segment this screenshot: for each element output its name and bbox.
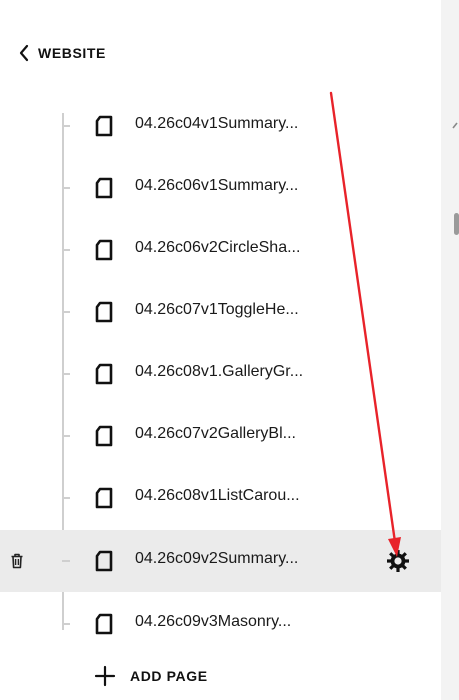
- page-item[interactable]: 04.26c04v1Summary...: [0, 95, 441, 157]
- page-item-label: 04.26c09v2Summary...: [135, 550, 299, 567]
- back-label: WEBSITE: [38, 45, 106, 61]
- tree-connector: [62, 435, 70, 437]
- page-item[interactable]: 04.26c07v2GalleryBl...: [0, 405, 441, 467]
- page-item-selected[interactable]: 04.26c09v2Summary...: [0, 530, 441, 592]
- tree-connector: [62, 311, 70, 313]
- tree-connector: [62, 187, 70, 189]
- page-item[interactable]: 04.26c08v1.GalleryGr...: [0, 343, 441, 405]
- page-item[interactable]: 04.26c08v1ListCarou...: [0, 467, 441, 529]
- tree-connector: [62, 560, 70, 562]
- page-icon: [95, 177, 113, 199]
- scroll-up-icon: [452, 122, 458, 129]
- page-icon: [95, 301, 113, 323]
- add-page-button[interactable]: ADD PAGE: [94, 663, 208, 689]
- side-panel-edge: [441, 0, 459, 700]
- page-item-label: 04.26c08v1ListCarou...: [135, 487, 300, 504]
- tree-connector: [62, 249, 70, 251]
- page-icon: [95, 115, 113, 137]
- trash-icon[interactable]: [10, 553, 24, 569]
- page-icon: [95, 239, 113, 261]
- page-item-label: 04.26c08v1.GalleryGr...: [135, 363, 304, 380]
- tree-connector: [62, 373, 70, 375]
- page-item-label: 04.26c07v2GalleryBl...: [135, 425, 296, 442]
- page-icon: [95, 425, 113, 447]
- page-item[interactable]: 04.26c06v1Summary...: [0, 157, 441, 219]
- page-item-label: 04.26c06v2CircleSha...: [135, 239, 301, 256]
- chevron-left-icon: [19, 44, 29, 62]
- page-item-label: 04.26c06v1Summary...: [135, 177, 299, 194]
- page-item[interactable]: 04.26c09v3Masonry...: [0, 593, 441, 655]
- page-item[interactable]: 04.26c07v1ToggleHe...: [0, 281, 441, 343]
- add-page-label: ADD PAGE: [130, 668, 208, 684]
- page-icon: [95, 550, 113, 572]
- scrollbar-thumb[interactable]: [454, 213, 459, 235]
- page-item-label: 04.26c09v3Masonry...: [135, 613, 292, 630]
- page-icon: [95, 363, 113, 385]
- tree-connector: [62, 497, 70, 499]
- back-to-website-button[interactable]: WEBSITE: [18, 40, 106, 66]
- tree-connector: [62, 125, 70, 127]
- plus-icon: [94, 665, 116, 687]
- page-icon: [95, 487, 113, 509]
- tree-connector: [62, 593, 70, 625]
- gear-icon[interactable]: [385, 548, 411, 574]
- page-item-label: 04.26c07v1ToggleHe...: [135, 301, 299, 318]
- page-icon: [95, 613, 113, 635]
- page-item[interactable]: 04.26c06v2CircleSha...: [0, 219, 441, 281]
- pages-panel: WEBSITE 04.26c04v1Summary... 04.26c06v1S…: [0, 0, 441, 700]
- page-item-label: 04.26c04v1Summary...: [135, 115, 299, 132]
